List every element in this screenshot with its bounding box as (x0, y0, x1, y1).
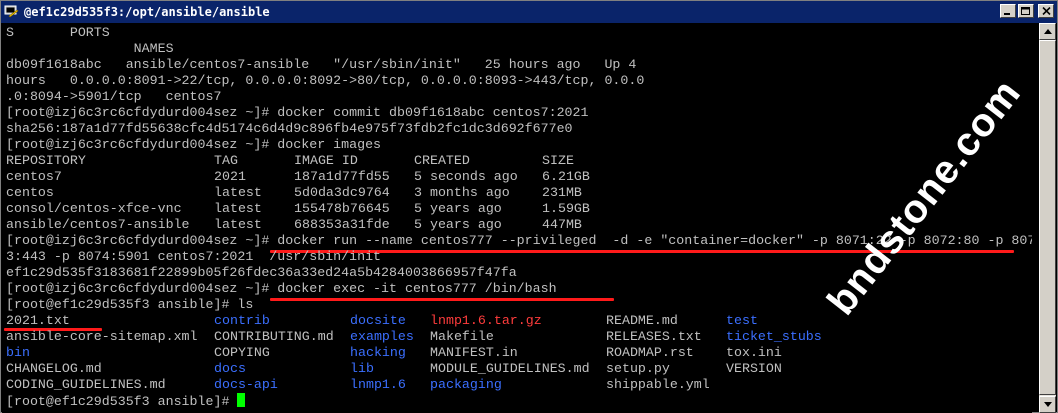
ls-row: CODING_GUIDELINES.md docs-api lnmp1.6 pa… (6, 377, 906, 393)
terminal-line: [root@izj6c3rc6cfdydurd004sez ~]# docker… (6, 137, 382, 152)
terminal-line: ef1c29d535f3183681f22899b05f26fdec36a33e… (6, 265, 517, 280)
images-cell: 2021 (214, 169, 246, 184)
images-cell: 447MB (542, 217, 582, 232)
ls-row: ansible-core-sitemap.xml CONTRIBUTING.md… (6, 329, 906, 345)
ls-entry: hacking (350, 345, 406, 360)
terminal-line: 3:443 -p 8074:5901 centos7:2021 /usr/sbi… (6, 249, 382, 264)
images-cell: 3 months ago (414, 185, 510, 200)
images-cell: 187a1d77fd55 (294, 169, 390, 184)
images-cell: 1.59GB (542, 201, 590, 216)
window-title: @ef1c29d535f3:/opt/ansible/ansible (24, 5, 270, 19)
images-cell: 5 years ago (414, 217, 502, 232)
images-cell: consol/centos-xfce-vnc (6, 201, 182, 216)
images-row: centos7 2021 187a1d77fd55 5 seconds ago … (6, 169, 626, 185)
images-row: consol/centos-xfce-vnc latest 155478b766… (6, 201, 626, 217)
ls-entry: bin (6, 345, 30, 360)
terminal-line: sha256:187a1d77fd55638cfc4d5174c6d4d9c89… (6, 121, 573, 136)
ls-entry: setup.py (606, 361, 670, 376)
images-header-cell: REPOSITORY (6, 153, 86, 168)
ls-entry: CODING_GUIDELINES.md (6, 377, 166, 392)
images-header-row: REPOSITORY TAG IMAGE ID CREATED SIZE (6, 153, 626, 169)
ls-entry: Makefile (430, 329, 494, 344)
shell-prompt-line[interactable]: [root@ef1c29d535f3 ansible]# (6, 393, 246, 409)
vertical-scrollbar[interactable] (1039, 23, 1056, 413)
maximize-icon (1021, 6, 1030, 15)
red-annotation-underline (270, 298, 614, 301)
ls-entry: MANIFEST.in (430, 345, 518, 360)
images-cell: 155478b76645 (294, 201, 390, 216)
terminal-line: [root@ef1c29d535f3 ansible]# ls (6, 297, 254, 312)
terminal-line: .0:8094->5901/tcp centos7 (6, 89, 222, 104)
images-cell: latest (214, 201, 262, 216)
images-cell: 688353a31fde (294, 217, 390, 232)
ls-entry: lnmp1.6.tar.gz (430, 313, 542, 328)
images-cell: 231MB (542, 185, 582, 200)
images-cell: 5 seconds ago (414, 169, 518, 184)
ls-entry: RELEASES.txt (606, 329, 702, 344)
terminal-line: NAMES (6, 41, 174, 56)
images-cell: 5 years ago (414, 201, 502, 216)
putty-terminal-icon (4, 4, 20, 20)
ls-entry: README.md (606, 313, 678, 328)
ls-entry: CHANGELOG.md (6, 361, 102, 376)
ls-entry: tox.ini (726, 345, 782, 360)
terminal-output[interactable]: S PORTS NAMES db09f1618abc ansible/cento… (2, 23, 1032, 413)
images-header-cell: TAG (214, 153, 238, 168)
images-header-cell: IMAGE ID (294, 153, 358, 168)
ls-entry: ROADMAP.rst (606, 345, 694, 360)
images-cell: latest (214, 217, 262, 232)
ls-row: 2021.txt contrib docsite lnmp1.6.tar.gz … (6, 313, 906, 329)
ls-row: bin COPYING hacking MANIFEST.in ROADMAP.… (6, 345, 906, 361)
ls-entry: ansible-core-sitemap.xml (6, 329, 198, 344)
ls-entry: VERSION (726, 361, 782, 376)
images-cell: 6.21GB (542, 169, 590, 184)
close-icon (1041, 7, 1051, 15)
ls-entry: COPYING (214, 345, 270, 360)
images-header-cell: CREATED (414, 153, 470, 168)
images-cell: 5d0da3dc9764 (294, 185, 390, 200)
images-header-cell: SIZE (542, 153, 574, 168)
ls-entry: docsite (350, 313, 406, 328)
terminal-window: @ef1c29d535f3:/opt/ansible/ansible S POR… (0, 0, 1058, 413)
scroll-up-button[interactable] (1039, 23, 1056, 40)
ls-entry: packaging (430, 377, 502, 392)
text-cursor (237, 393, 246, 407)
arrow-up-icon (1043, 29, 1052, 34)
ls-row: CHANGELOG.md docs lib MODULE_GUIDELINES.… (6, 361, 906, 377)
minimize-icon (1004, 13, 1010, 15)
ls-entry: lib (350, 361, 374, 376)
minimize-button[interactable] (1000, 4, 1016, 18)
ls-entry: shippable.yml (606, 377, 710, 392)
images-cell: latest (214, 185, 262, 200)
scroll-down-button[interactable] (1039, 396, 1056, 413)
maximize-button[interactable] (1018, 4, 1034, 18)
ls-entry: docs-api (214, 377, 278, 392)
close-button[interactable] (1038, 4, 1054, 18)
images-cell: ansible/centos7-ansible (6, 217, 190, 232)
terminal-line: [root@izj6c3rc6cfdydurd004sez ~]# docker… (6, 105, 589, 120)
ls-entry: CONTRIBUTING.md (214, 329, 334, 344)
title-bar[interactable]: @ef1c29d535f3:/opt/ansible/ansible (1, 1, 1057, 23)
terminal-line: db09f1618abc ansible/centos7-ansible "/u… (6, 57, 637, 72)
images-cell: centos7 (6, 169, 62, 184)
ls-entry: docs (214, 361, 246, 376)
scrollbar-thumb[interactable] (1039, 40, 1056, 395)
ls-entry: lnmp1.6 (350, 377, 406, 392)
images-row: centos latest 5d0da3dc9764 3 months ago … (6, 185, 626, 201)
terminal-line: S PORTS (6, 25, 110, 40)
images-row: ansible/centos7-ansible latest 688353a31… (6, 217, 626, 233)
ls-entry: ticket_stubs (726, 329, 822, 344)
ls-entry: examples (350, 329, 414, 344)
shell-prompt: [root@ef1c29d535f3 ansible]# (6, 394, 238, 409)
ls-entry: test (726, 313, 758, 328)
ls-entry: contrib (214, 313, 270, 328)
ls-entry: MODULE_GUIDELINES.md (430, 361, 590, 376)
terminal-line: [root@izj6c3rc6cfdydurd004sez ~]# docker… (6, 281, 557, 296)
ls-entry: 2021.txt (6, 313, 70, 328)
arrow-down-icon (1043, 402, 1052, 407)
images-cell: centos (6, 185, 54, 200)
terminal-line: hours 0.0.0.0:8091->22/tcp, 0.0.0.0:8092… (6, 73, 645, 88)
